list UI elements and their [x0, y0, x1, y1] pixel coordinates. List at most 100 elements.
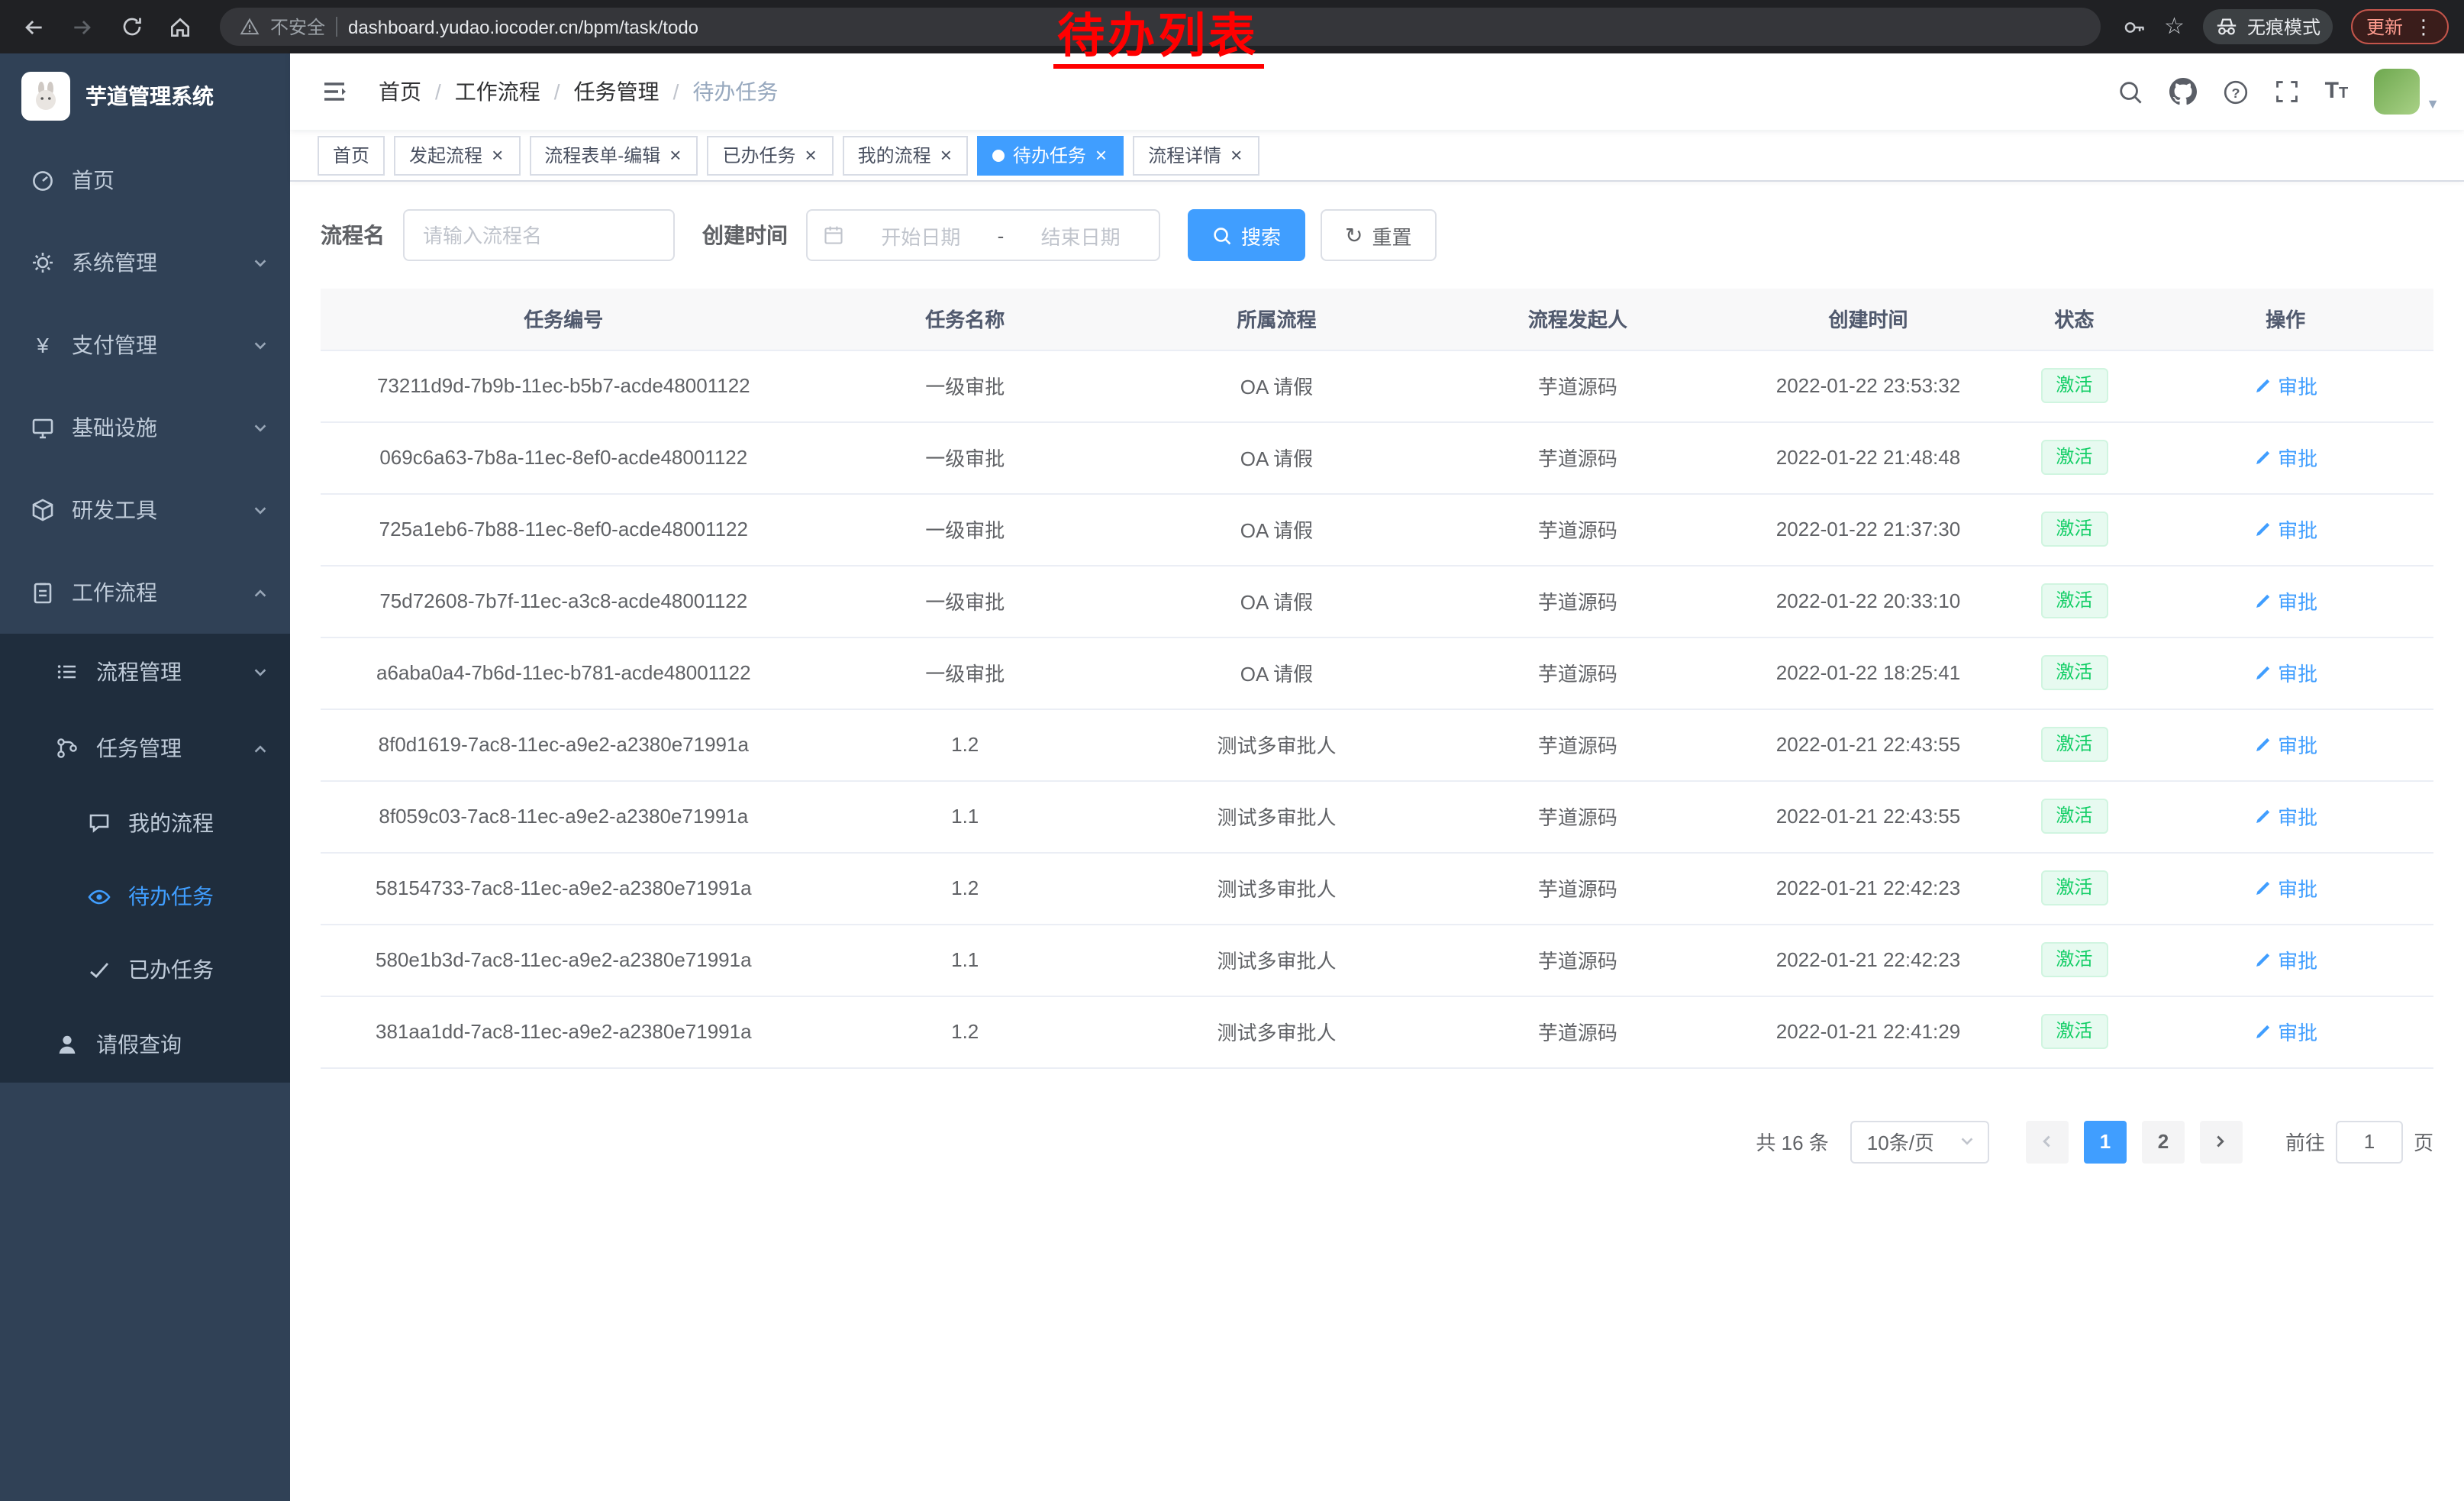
- approve-link[interactable]: 审批: [2253, 515, 2317, 544]
- process-cell: 测试多审批人: [1124, 996, 1430, 1067]
- task-id-cell: 580e1b3d-7ac8-11ec-a9e2-a2380e71991a: [321, 924, 807, 996]
- bookmark-star-icon[interactable]: ☆: [2164, 15, 2185, 38]
- sidebar-item-task-management[interactable]: 任务管理: [0, 710, 290, 786]
- page-button-2[interactable]: 2: [2142, 1120, 2185, 1163]
- tab-start-process[interactable]: 发起流程×: [394, 135, 520, 175]
- close-icon[interactable]: ×: [939, 145, 953, 165]
- table-row: 73211d9d-7b9b-11ec-b5b7-acde48001122 一级审…: [321, 350, 2433, 421]
- sidebar-item-label: 基础设施: [72, 412, 157, 443]
- breadcrumb-separator: /: [673, 79, 679, 104]
- search-button[interactable]: 搜索: [1188, 209, 1305, 261]
- process-name-input[interactable]: [403, 209, 675, 261]
- sidebar-item-infrastructure[interactable]: 基础设施: [0, 386, 290, 469]
- tab-label: 流程详情: [1148, 142, 1221, 168]
- date-range-picker[interactable]: 开始日期 - 结束日期: [806, 209, 1160, 261]
- tab-done-task[interactable]: 已办任务 ×: [707, 135, 833, 175]
- fullscreen-icon[interactable]: [2275, 79, 2299, 104]
- approve-link[interactable]: 审批: [2253, 730, 2317, 759]
- approve-link[interactable]: 审批: [2253, 371, 2317, 400]
- status-cell: 激活: [2011, 421, 2137, 493]
- tab-process-form-edit[interactable]: 流程表单-编辑×: [529, 135, 698, 175]
- search-icon[interactable]: [2117, 79, 2143, 105]
- sidebar-item-todo-task[interactable]: 待办任务: [0, 860, 290, 933]
- forward-arrow-icon: [70, 15, 95, 39]
- process-cell: 测试多审批人: [1124, 709, 1430, 780]
- sidebar-item-home[interactable]: 首页: [0, 139, 290, 221]
- edit-pencil-icon: [2253, 663, 2272, 682]
- approve-link[interactable]: 审批: [2253, 1017, 2317, 1046]
- end-date-placeholder: 结束日期: [1018, 221, 1143, 250]
- sidebar-item-label: 请假查询: [96, 1029, 182, 1060]
- approve-link[interactable]: 审批: [2253, 443, 2317, 472]
- chevron-down-icon: [252, 663, 269, 680]
- edit-pencil-icon: [2253, 376, 2272, 395]
- sidebar-item-label: 工作流程: [72, 577, 157, 608]
- breadcrumb-item-task-management[interactable]: 任务管理: [574, 76, 660, 107]
- close-icon[interactable]: ×: [1094, 145, 1108, 165]
- task-name-cell: 1.2: [807, 996, 1124, 1067]
- password-key-icon[interactable]: [2121, 15, 2146, 39]
- col-status: 状态: [2011, 289, 2137, 350]
- approve-link-label: 审批: [2278, 1017, 2317, 1046]
- page-button-1[interactable]: 1: [2084, 1120, 2127, 1163]
- page-size-select[interactable]: 10条/页: [1850, 1120, 1989, 1163]
- approve-link[interactable]: 审批: [2253, 586, 2317, 615]
- close-icon[interactable]: ×: [490, 145, 505, 165]
- approve-link[interactable]: 审批: [2253, 802, 2317, 831]
- close-icon[interactable]: ×: [668, 145, 682, 165]
- sidebar-item-devtools[interactable]: 研发工具: [0, 469, 290, 551]
- prev-page-button[interactable]: [2026, 1120, 2069, 1163]
- browser-menu-icon[interactable]: ⋮: [2414, 15, 2433, 39]
- approve-link[interactable]: 审批: [2253, 658, 2317, 687]
- browser-back-button[interactable]: [15, 8, 52, 45]
- dashboard-icon: [31, 168, 55, 192]
- sidebar-item-payment[interactable]: ¥ 支付管理: [0, 304, 290, 386]
- approve-link[interactable]: 审批: [2253, 945, 2317, 974]
- task-id-cell: 725a1eb6-7b88-11ec-8ef0-acde48001122: [321, 493, 807, 565]
- sidebar-item-process-management[interactable]: 流程管理: [0, 634, 290, 710]
- status-badge: 激活: [2040, 511, 2108, 547]
- table-row: 580e1b3d-7ac8-11ec-a9e2-a2380e71991a 1.1…: [321, 924, 2433, 996]
- breadcrumb-item-workflow[interactable]: 工作流程: [455, 76, 540, 107]
- app-title: 芋道管理系统: [85, 81, 214, 111]
- browser-forward-button[interactable]: [64, 8, 101, 45]
- tab-label: 已办任务: [722, 142, 795, 168]
- incognito-icon: [2215, 15, 2238, 38]
- close-icon[interactable]: ×: [803, 145, 818, 165]
- close-icon[interactable]: ×: [1229, 145, 1243, 165]
- app-logo[interactable]: 芋道管理系统: [0, 53, 290, 139]
- pagination: 共 16 条 10条/页 1 2 前往: [321, 1120, 2433, 1163]
- tab-my-process[interactable]: 我的流程×: [843, 135, 969, 175]
- help-icon[interactable]: ?: [2223, 79, 2249, 105]
- task-name-cell: 1.1: [807, 780, 1124, 852]
- sidebar-item-leave-query[interactable]: 请假查询: [0, 1006, 290, 1083]
- status-cell: 激活: [2011, 350, 2137, 421]
- font-size-icon[interactable]: TT: [2325, 79, 2349, 104]
- approve-link-label: 审批: [2278, 945, 2317, 974]
- created-cell: 2022-01-22 21:37:30: [1726, 493, 2011, 565]
- next-page-button[interactable]: [2200, 1120, 2243, 1163]
- tab-home[interactable]: 首页: [318, 135, 385, 175]
- created-cell: 2022-01-22 23:53:32: [1726, 350, 2011, 421]
- hamburger-icon: [321, 78, 348, 105]
- sidebar-item-my-process[interactable]: 我的流程: [0, 786, 290, 860]
- browser-update-button[interactable]: 更新 ⋮: [2351, 9, 2449, 44]
- action-cell: 审批: [2137, 780, 2433, 852]
- github-icon[interactable]: [2169, 78, 2197, 105]
- breadcrumb-item-home[interactable]: 首页: [379, 76, 421, 107]
- chevron-down-icon: [252, 419, 269, 436]
- tab-todo-task[interactable]: 待办任务×: [978, 135, 1124, 175]
- sidebar-toggle-button[interactable]: [314, 78, 354, 105]
- check-icon: [87, 957, 111, 982]
- approve-link[interactable]: 审批: [2253, 873, 2317, 902]
- sidebar-item-done-task[interactable]: 已办任务: [0, 933, 290, 1006]
- reset-button[interactable]: ↻ 重置: [1321, 209, 1437, 261]
- sidebar-item-system[interactable]: 系统管理: [0, 221, 290, 304]
- sidebar-item-workflow[interactable]: 工作流程: [0, 551, 290, 634]
- goto-page-input[interactable]: [2336, 1120, 2403, 1163]
- search-button-label: 搜索: [1241, 221, 1281, 250]
- browser-home-button[interactable]: [162, 8, 198, 45]
- browser-reload-button[interactable]: [113, 8, 150, 45]
- user-menu[interactable]: ▼: [2374, 69, 2440, 115]
- tab-process-detail[interactable]: 流程详情 ×: [1133, 135, 1259, 175]
